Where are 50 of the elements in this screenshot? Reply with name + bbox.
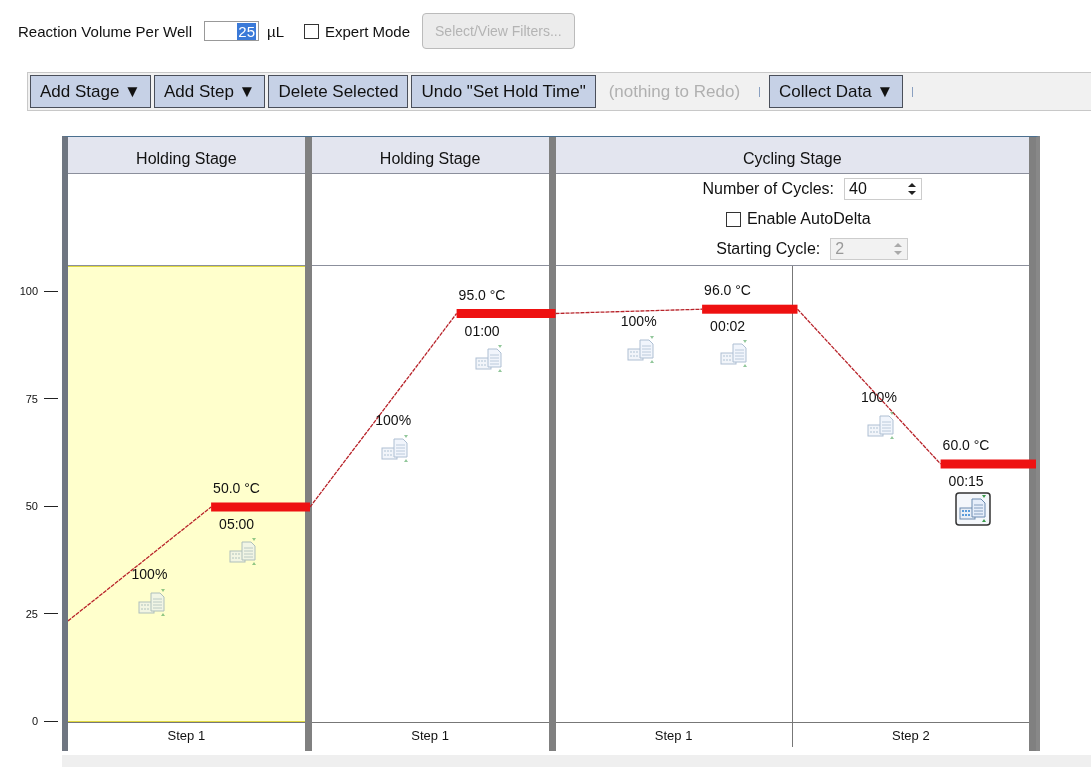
hold-bar[interactable]	[211, 502, 310, 512]
axis-tick-label: 100	[18, 285, 38, 297]
toolbar-button[interactable]: Add Step ▼	[153, 75, 266, 108]
stage-header[interactable]: Holding Stage	[68, 137, 305, 174]
hold-time-label[interactable]: 05:00	[219, 516, 255, 532]
ramp-rate-label[interactable]: 100%	[620, 313, 657, 330]
ramp-line[interactable]	[309, 312, 458, 508]
auto-delta-label: Enable AutoDelta	[746, 210, 871, 228]
axis-tick-label: 50	[24, 500, 38, 512]
hold-bar[interactable]	[940, 459, 1036, 469]
hold-time-label[interactable]: 00:15	[948, 473, 984, 489]
unit-label: µL	[267, 22, 284, 40]
step-label: Step 2	[892, 727, 930, 743]
axis-tick	[44, 720, 58, 722]
step-label: Step 1	[654, 727, 693, 743]
temperature-label[interactable]: 96.0 °C	[704, 282, 751, 299]
axis-tick	[44, 398, 58, 399]
axis-tick-label: 0	[30, 715, 38, 727]
cycles-spinner[interactable]: 40	[844, 178, 923, 200]
toolbar-button[interactable]: Collect Data ▼	[769, 75, 904, 108]
axis-tick	[44, 290, 58, 292]
step-label: Step 1	[411, 727, 449, 743]
axis-tick-label: 25	[24, 607, 38, 620]
volume-field[interactable]: 25	[204, 21, 259, 41]
step-label: Step 1	[167, 727, 206, 743]
toolbar-button[interactable]: Undo "Set Hold Time"	[411, 75, 596, 108]
hold-time-label[interactable]: 01:00	[464, 322, 500, 339]
hold-bar[interactable]	[702, 304, 798, 314]
axis-tick	[44, 505, 58, 507]
hold-time-label[interactable]: 00:02	[710, 318, 746, 335]
toolbar-button[interactable]: Add Stage ▼	[30, 75, 151, 108]
volume-label: Reaction Volume Per Well	[18, 22, 192, 40]
auto-delta-checkbox[interactable]	[725, 211, 741, 227]
cycles-label: Number of Cycles:	[702, 180, 835, 198]
data-collection-icon[interactable]	[954, 492, 991, 526]
ramp-rate-label[interactable]: 100%	[861, 388, 897, 405]
toolbar-button[interactable]: Delete Selected	[268, 75, 409, 108]
expert-mode-checkbox[interactable]	[304, 23, 319, 39]
axis-tick-label: 75	[24, 392, 38, 405]
ramp-line[interactable]	[554, 308, 703, 315]
temperature-label[interactable]: 50.0 °C	[213, 480, 260, 496]
stage-header[interactable]: Holding Stage	[311, 137, 549, 174]
ramp-rate-label[interactable]: 100%	[375, 412, 412, 429]
stage-header[interactable]: Cycling Stage	[555, 137, 1029, 174]
starting-cycle-label: Starting Cycle:	[716, 240, 821, 258]
expert-mode-label: Expert Mode	[325, 22, 411, 40]
temperature-label[interactable]: 95.0 °C	[458, 286, 506, 303]
axis-tick	[44, 613, 58, 614]
ramp-rate-label[interactable]: 100%	[131, 565, 168, 582]
temperature-label[interactable]: 60.0 °C	[942, 437, 990, 453]
